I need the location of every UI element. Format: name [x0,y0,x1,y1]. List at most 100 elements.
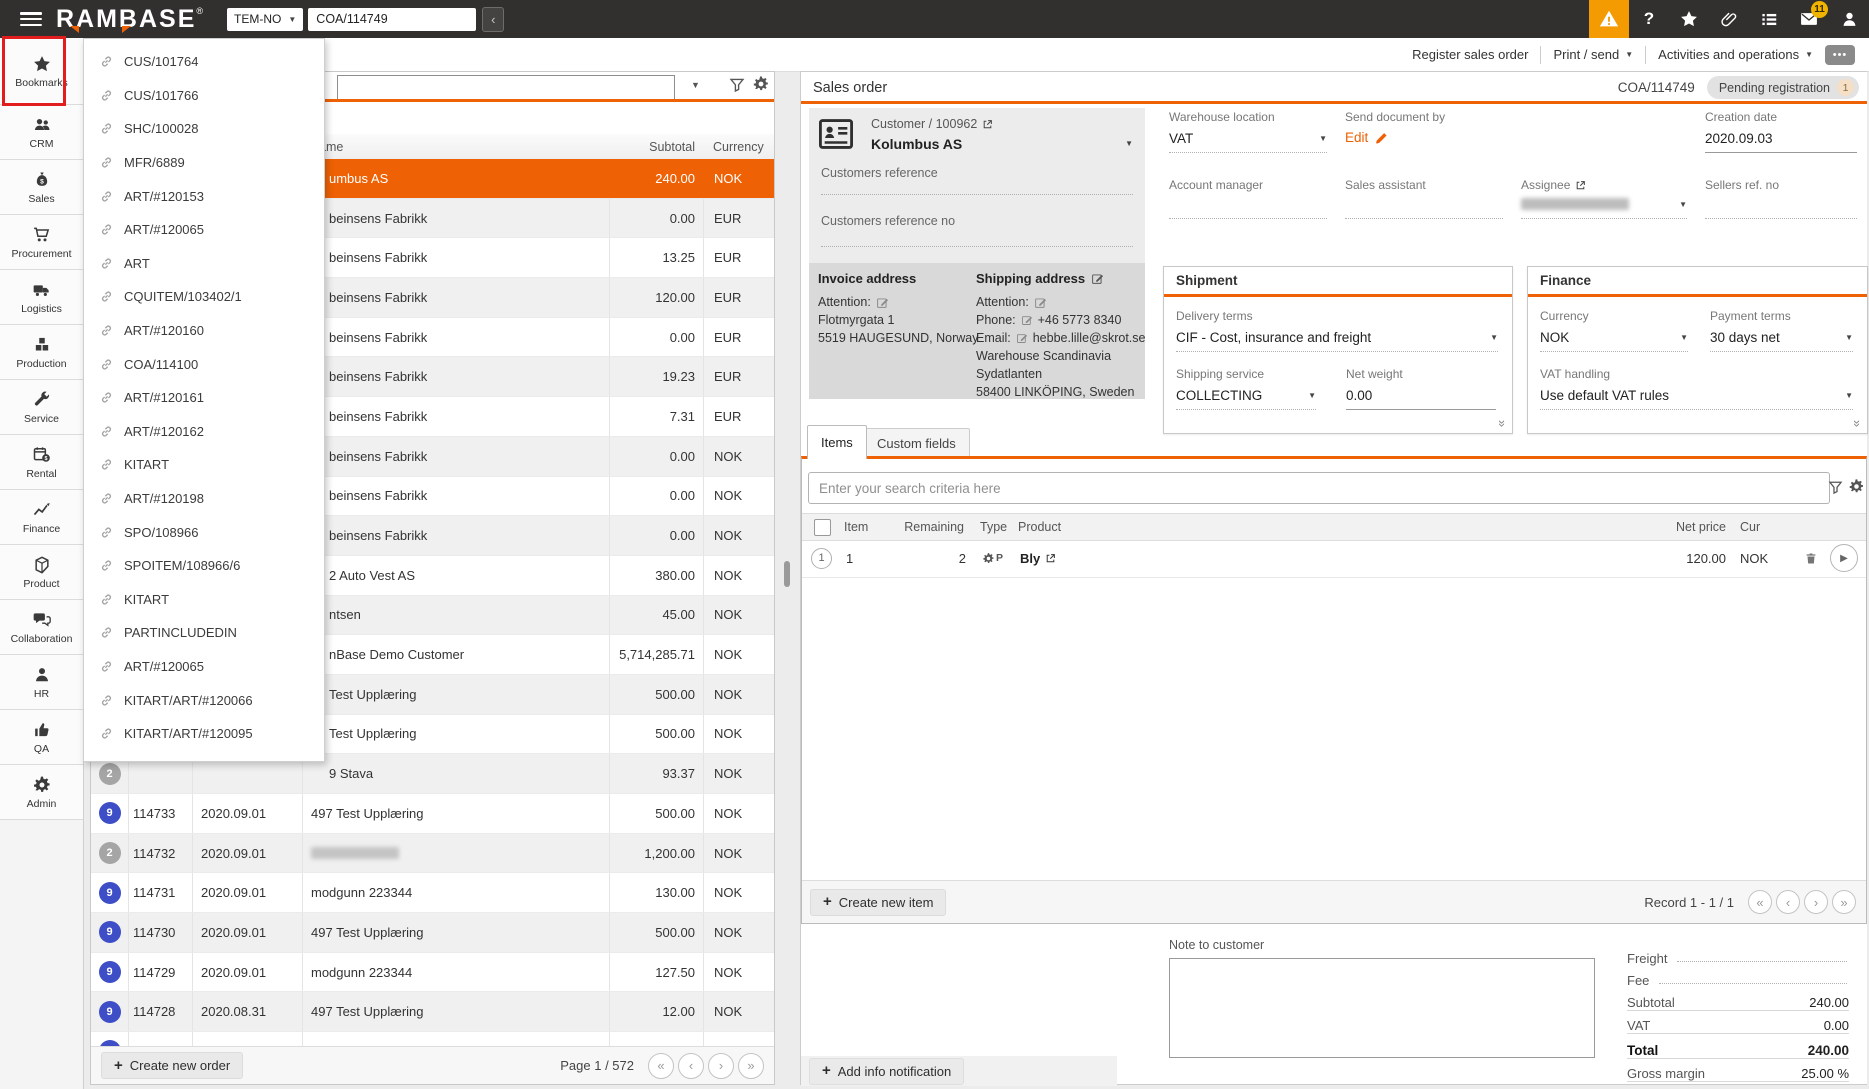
sidebar-item-collaboration[interactable]: Collaboration [0,600,83,655]
back-button[interactable]: ‹ [482,7,504,32]
tab-items[interactable]: Items [807,425,867,459]
bookmark-item[interactable]: CUS/101766 [84,79,324,113]
add-info-notification-button[interactable]: +Add info notification [809,1058,964,1085]
external-link-icon[interactable] [1575,180,1586,191]
bookmark-item[interactable]: KITART [84,583,324,617]
sidebar-item-logistics[interactable]: Logistics [0,270,83,325]
sidebar-item-hr[interactable]: HR [0,655,83,710]
alerts-button[interactable] [1589,0,1629,38]
help-button[interactable]: ? [1629,0,1669,38]
orders-search-input[interactable] [337,75,675,100]
chevron-down-icon[interactable]: ▼ [1125,139,1133,148]
select-all-checkbox[interactable] [814,519,831,536]
account-manager-field[interactable] [1169,218,1327,219]
bookmark-item[interactable]: ART/#120198 [84,482,324,516]
sidebar-item-service[interactable]: Service [0,380,83,435]
sidebar-item-crm[interactable]: CRM [0,105,83,160]
bookmark-item[interactable]: ART/#120162 [84,415,324,449]
register-sales-order-button[interactable]: Register sales order [1412,47,1528,62]
edit-icon[interactable] [1016,332,1028,344]
bookmark-item[interactable]: ART/#120153 [84,179,324,213]
order-row[interactable]: 91147282020.08.31497 Test Upplæring12.00… [91,992,774,1032]
bookmark-item[interactable]: KITART/ART/#120066 [84,683,324,717]
bookmark-item[interactable]: KITART/ART/#120095 [84,717,324,751]
tab-custom-fields[interactable]: Custom fields [863,428,970,459]
items-search-input[interactable] [808,472,1830,504]
create-new-item-button[interactable]: +Create new item [810,889,946,916]
order-row[interactable]: 91147292020.09.01modgunn 223344127.50NOK [91,953,774,993]
sales-assistant-field[interactable] [1345,218,1503,219]
bookmark-item[interactable]: SHC/100028 [84,112,324,146]
column-header-product[interactable]: Product [1018,520,1061,534]
user-button[interactable] [1829,0,1869,38]
assignee-select[interactable]: ▼ [1521,198,1687,210]
item-product[interactable]: Bly [1020,551,1056,566]
currency-select[interactable]: NOK▼ [1540,330,1688,345]
first-record-button[interactable]: « [1748,890,1772,914]
order-row[interactable]: 91147332020.09.01497 Test Upplæring500.0… [91,794,774,834]
settings-gear-icon[interactable] [752,75,770,93]
order-row[interactable]: 91147312020.09.01modgunn 223344130.00NOK [91,873,774,913]
bookmark-item[interactable]: SPOITEM/108966/6 [84,549,324,583]
edit-icon[interactable] [1091,272,1104,285]
column-header-remaining[interactable]: Remaining [892,520,964,534]
bookmarks-button[interactable] [1669,0,1709,38]
previous-record-button[interactable]: ‹ [1776,890,1800,914]
filter-icon[interactable] [1828,480,1843,495]
tasks-button[interactable] [1749,0,1789,38]
column-header-name[interactable]: Name [302,134,609,159]
bookmark-item[interactable]: KITART [84,448,324,482]
column-header-cur[interactable]: Cur [1740,520,1774,534]
status-badge[interactable]: Pending registration 1 [1707,76,1859,99]
bookmark-item[interactable]: PARTINCLUDEDIN [84,616,324,650]
item-row[interactable]: 1 1 2 P Bly 120.00 NOK ▶ [802,539,1866,578]
print-send-button[interactable]: Print / send▼ [1553,47,1633,62]
column-header-type[interactable]: Type [980,520,1018,534]
bookmark-item[interactable]: MFR/6889 [84,146,324,180]
edit-icon[interactable] [1021,314,1033,326]
bookmark-item[interactable]: CUS/101764 [84,45,324,79]
column-header-item[interactable]: Item [844,520,892,534]
create-new-order-button[interactable]: +Create new order [101,1052,243,1079]
customer-name[interactable]: Kolumbus AS [871,136,962,152]
module-select[interactable]: TEM-NO▼ [227,8,303,31]
more-options-button[interactable]: ••• [1825,45,1855,65]
bookmark-item[interactable]: COA/114100 [84,347,324,381]
sidebar-item-admin[interactable]: Admin [0,765,83,820]
customers-reference-no-field[interactable] [821,246,1133,247]
filter-icon[interactable] [729,77,745,93]
delivery-terms-select[interactable]: CIF - Cost, insurance and freight▼ [1176,330,1498,345]
order-row[interactable]: 91147302020.09.01497 Test Upplæring500.0… [91,913,774,953]
external-link-icon[interactable] [982,119,993,130]
shipping-service-select[interactable]: COLLECTING▼ [1176,388,1316,403]
bookmark-item[interactable]: ART/#120160 [84,314,324,348]
warehouse-location-select[interactable]: VAT▼ [1169,131,1327,146]
sidebar-item-production[interactable]: Production [0,325,83,380]
net-weight-value[interactable]: 0.00 [1346,388,1372,403]
bookmark-item[interactable]: ART/#120065 [84,213,324,247]
bookmark-item[interactable]: CQUITEM/103402/1 [84,280,324,314]
bookmark-item[interactable]: ART [84,247,324,281]
send-document-edit-link[interactable]: Edit [1345,130,1388,145]
sidebar-item-qa[interactable]: QA [0,710,83,765]
next-page-button[interactable]: › [708,1053,734,1079]
vat-handling-select[interactable]: Use default VAT rules▼ [1540,388,1853,403]
attachments-button[interactable] [1709,0,1749,38]
last-page-button[interactable]: » [738,1053,764,1079]
messages-button[interactable]: 11 [1789,0,1829,38]
sidebar-item-bookmarks[interactable]: Bookmarks [0,38,83,105]
settings-gear-icon[interactable] [1848,478,1865,495]
edit-icon[interactable] [1034,296,1047,309]
bookmark-item[interactable]: SPO/108966 [84,515,324,549]
open-item-button[interactable]: ▶ [1830,544,1858,572]
sidebar-item-finance[interactable]: Finance [0,490,83,545]
note-to-customer-textarea[interactable] [1169,958,1595,1058]
splitter-handle[interactable] [784,561,790,587]
last-record-button[interactable]: » [1832,890,1856,914]
sidebar-item-product[interactable]: Product [0,545,83,600]
hamburger-menu-icon[interactable] [20,12,42,26]
sidebar-item-rental[interactable]: $Rental [0,435,83,490]
column-header-net-price[interactable]: Net price [1606,520,1726,534]
global-search-input[interactable] [308,8,476,31]
sidebar-item-sales[interactable]: $Sales [0,160,83,215]
